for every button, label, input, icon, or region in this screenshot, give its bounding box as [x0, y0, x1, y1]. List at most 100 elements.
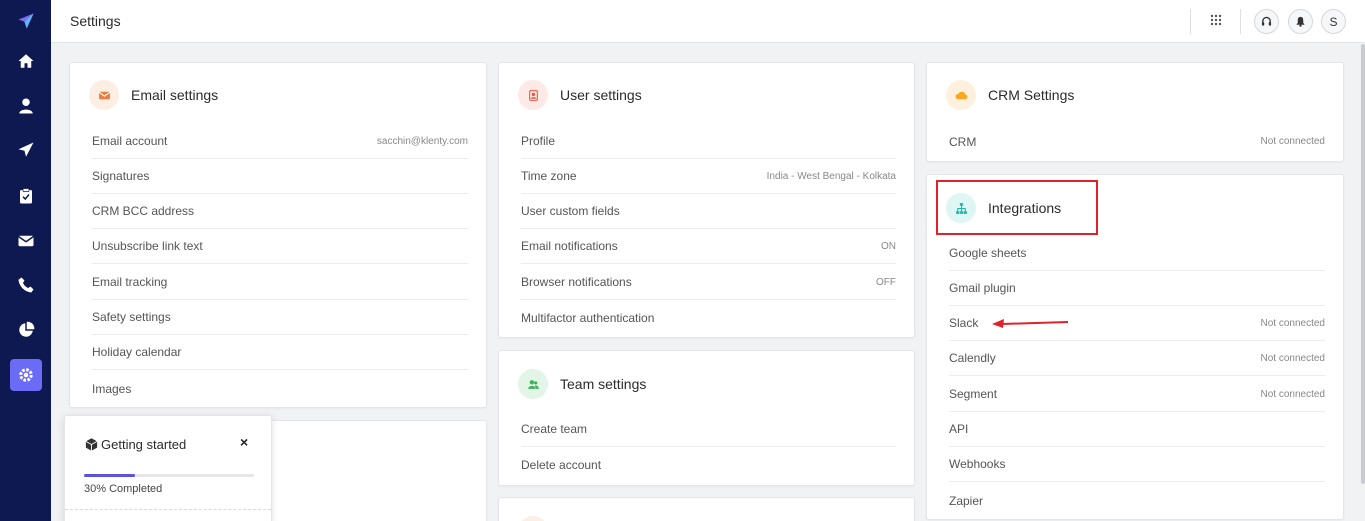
unsubscribe-link-row[interactable]: Unsubscribe link text — [92, 229, 468, 264]
row-label: Holiday calendar — [92, 345, 182, 359]
row-value: Not connected — [1260, 317, 1326, 329]
images-row[interactable]: Images — [92, 371, 468, 406]
crm-settings-card: CRM Settings CRM Not connected — [926, 62, 1344, 162]
email-settings-header: Email settings — [89, 80, 218, 110]
signatures-row[interactable]: Signatures — [92, 159, 468, 194]
team-icon — [518, 369, 548, 399]
partial-card — [498, 497, 915, 521]
time-zone-row[interactable]: Time zone India - West Bengal - Kolkata — [521, 159, 896, 194]
row-label: Gmail plugin — [949, 281, 1016, 295]
red-arrow-annotation — [992, 319, 1069, 328]
phone-icon[interactable] — [10, 269, 42, 301]
api-row[interactable]: API — [949, 412, 1325, 447]
multifactor-auth-row[interactable]: Multifactor authentication — [521, 300, 896, 335]
clipboard-icon[interactable] — [10, 180, 42, 212]
row-label: Create team — [521, 422, 588, 436]
row-label: Profile — [521, 134, 556, 148]
row-label: Unsubscribe link text — [92, 239, 203, 253]
webhooks-row[interactable]: Webhooks — [949, 447, 1325, 482]
row-label: Email account — [92, 134, 168, 148]
row-label: Safety settings — [92, 310, 171, 324]
row-label: CRM BCC address — [92, 204, 195, 218]
id-badge-icon — [518, 80, 548, 110]
browser-notifications-row[interactable]: Browser notifications OFF — [521, 265, 896, 300]
row-value: Not connected — [1260, 388, 1326, 400]
notifications-button[interactable] — [1288, 9, 1313, 34]
email-settings-card: Email settings Email account sacchin@klen… — [69, 62, 487, 408]
email-notifications-row[interactable]: Email notifications ON — [521, 229, 896, 264]
card-icon — [518, 516, 548, 521]
apps-grid-icon[interactable] — [1209, 14, 1223, 28]
row-label: Signatures — [92, 169, 150, 183]
row-label: Email notifications — [521, 239, 618, 253]
progress-fill — [84, 474, 135, 477]
row-label: Calendly — [949, 351, 996, 365]
segment-row[interactable]: Segment Not connected — [949, 377, 1325, 412]
delete-account-row[interactable]: Delete account — [521, 447, 896, 482]
getting-started-title: Getting started — [101, 437, 187, 452]
logo-icon[interactable] — [10, 5, 42, 37]
holiday-calendar-row[interactable]: Holiday calendar — [92, 335, 468, 370]
gmail-plugin-row[interactable]: Gmail plugin — [949, 271, 1325, 306]
bell-icon — [1296, 16, 1305, 27]
envelope-icon — [89, 80, 119, 110]
team-settings-header: Team settings — [518, 369, 646, 399]
user-icon[interactable] — [10, 90, 42, 122]
user-settings-title: User settings — [560, 87, 642, 103]
row-label: Images — [92, 381, 132, 396]
email-settings-title: Email settings — [131, 87, 219, 103]
row-label: Email tracking — [92, 275, 168, 289]
header-divider — [1240, 9, 1241, 34]
headset-button[interactable] — [1254, 9, 1279, 34]
email-tracking-row[interactable]: Email tracking — [92, 265, 468, 300]
email-account-row[interactable]: Email account sacchin@klenty.com — [92, 124, 468, 159]
headset-icon — [1261, 16, 1272, 26]
row-value: OFF — [876, 276, 896, 288]
cloud-icon — [946, 80, 976, 110]
crm-settings-header: CRM Settings — [946, 80, 1074, 110]
mail-icon[interactable] — [10, 225, 42, 257]
row-label: Zapier — [949, 493, 984, 508]
safety-settings-row[interactable]: Safety settings — [92, 300, 468, 335]
row-label: Multifactor authentication — [521, 310, 655, 325]
close-button[interactable]: × — [240, 434, 248, 450]
row-value: ON — [881, 240, 896, 252]
profile-row[interactable]: Profile — [521, 124, 896, 159]
team-settings-card: Team settings Create team Delete account — [498, 350, 915, 486]
settings-icon[interactable] — [10, 359, 42, 391]
crm-row[interactable]: CRM Not connected — [949, 124, 1325, 159]
user-settings-card: User settings Profile Time zone India - W… — [498, 62, 915, 338]
user-avatar-button[interactable]: S — [1321, 9, 1346, 34]
crm-settings-title: CRM Settings — [988, 87, 1075, 103]
user-custom-fields-row[interactable]: User custom fields — [521, 194, 896, 229]
scrollbar[interactable] — [1361, 44, 1365, 484]
row-label: Segment — [949, 387, 998, 401]
google-sheets-row[interactable]: Google sheets — [949, 236, 1325, 271]
zapier-row[interactable]: Zapier — [949, 483, 1325, 518]
row-label: Slack — [949, 316, 979, 330]
sidebar — [0, 0, 51, 521]
row-label: API — [949, 422, 969, 436]
row-label: Delete account — [521, 457, 602, 472]
row-value: sacchin@klenty.com — [376, 135, 468, 147]
header-divider — [1190, 9, 1191, 34]
create-team-row[interactable]: Create team — [521, 412, 896, 447]
cube-icon — [85, 438, 98, 451]
send-icon[interactable] — [10, 134, 42, 166]
row-label: User custom fields — [521, 204, 620, 218]
divider — [65, 509, 271, 510]
row-value: Not connected — [1260, 136, 1326, 147]
user-settings-header: User settings — [518, 80, 642, 110]
row-label: Webhooks — [949, 457, 1006, 471]
row-label: CRM — [949, 134, 977, 149]
highlight-box — [936, 180, 1098, 235]
getting-started-popup: Getting started × 30% Completed — [64, 415, 272, 521]
team-settings-title: Team settings — [560, 376, 647, 392]
progress-bar — [84, 474, 254, 477]
row-label: Google sheets — [949, 246, 1027, 260]
row-value: India - West Bengal - Kolkata — [766, 170, 896, 182]
pie-chart-icon[interactable] — [10, 314, 42, 346]
crm-bcc-row[interactable]: CRM BCC address — [92, 194, 468, 229]
calendly-row[interactable]: Calendly Not connected — [949, 341, 1325, 376]
home-icon[interactable] — [10, 45, 42, 77]
